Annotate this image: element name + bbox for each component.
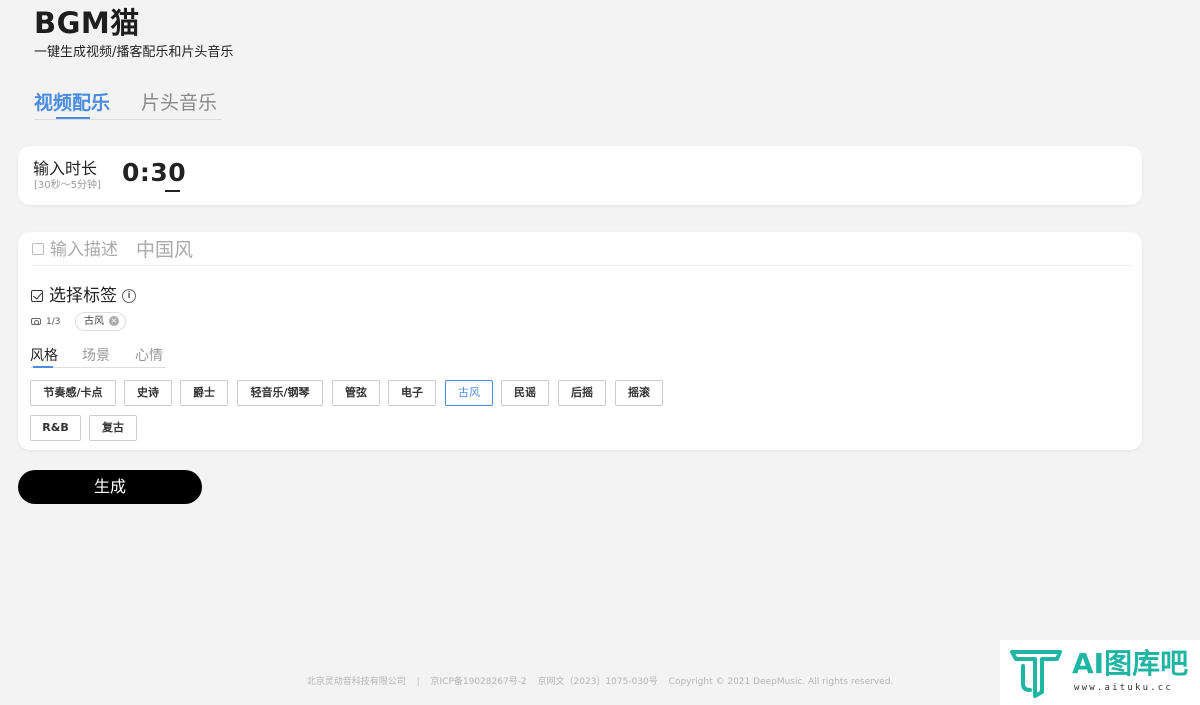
tag-button[interactable]: 节奏感/卡点 [30, 380, 116, 406]
description-checkbox[interactable] [32, 243, 44, 255]
description-row: 输入描述 [32, 238, 1132, 266]
tags-checkbox[interactable] [31, 290, 43, 302]
options-card: 输入描述 选择标签 i 1/3 古风 × 风格 场景 心情 节奏感/卡点 史诗 … [18, 232, 1142, 450]
tag-button[interactable]: 后摇 [558, 380, 606, 406]
description-input[interactable] [136, 238, 736, 262]
tag-button[interactable]: 复古 [89, 415, 137, 441]
duration-card: 输入时长 [30秒～5分钟] 0:30 [18, 146, 1142, 205]
tag-button[interactable]: 摇滚 [615, 380, 663, 406]
duration-label: 输入时长 [33, 159, 98, 178]
selected-tag-label: 古风 [84, 316, 104, 327]
remove-tag-icon[interactable]: × [109, 316, 119, 326]
tag-button[interactable]: 民谣 [501, 380, 549, 406]
footer-company: 北京灵动音科技有限公司 [306, 677, 406, 687]
sub-tab-indicator [33, 366, 53, 368]
tag-count-icon [31, 318, 41, 325]
app-title: BGM猫 [34, 6, 140, 40]
footer-copyright: Copyright © 2021 DeepMusic. All rights r… [668, 677, 894, 687]
tag-button[interactable]: 轻音乐/钢琴 [237, 380, 323, 406]
tab-intro-music[interactable]: 片头音乐 [141, 90, 217, 116]
watermark-logo-icon [1010, 650, 1062, 698]
description-label: 输入描述 [50, 240, 118, 260]
generate-button[interactable]: 生成 [18, 470, 202, 504]
tag-button[interactable]: 电子 [388, 380, 436, 406]
tab-video-bgm[interactable]: 视频配乐 [34, 90, 110, 116]
tags-label: 选择标签 [49, 286, 117, 306]
tag-button[interactable]: R&B [30, 415, 81, 441]
watermark-url: www.aituku.cc [1074, 683, 1174, 693]
tab-scene[interactable]: 场景 [82, 346, 110, 366]
main-tabs: 视频配乐 片头音乐 [34, 90, 222, 120]
tag-button[interactable]: 爵士 [180, 380, 228, 406]
app-subtitle: 一键生成视频/播客配乐和片头音乐 [34, 45, 234, 60]
footer-separator: | [416, 677, 420, 687]
duration-hint: [30秒～5分钟] [34, 180, 101, 191]
tab-style[interactable]: 风格 [30, 346, 58, 366]
footer-icp[interactable]: 京ICP备19028267号-2 [431, 677, 527, 687]
tag-category-tabs: 风格 场景 心情 [30, 346, 166, 368]
tag-button[interactable]: 史诗 [124, 380, 172, 406]
duration-input[interactable]: 0:30 [122, 156, 186, 190]
tag-button[interactable]: 管弦 [332, 380, 380, 406]
tab-mood[interactable]: 心情 [135, 346, 163, 366]
watermark: AI图库吧 www.aituku.cc [1000, 640, 1200, 705]
brand: BGM猫 一键生成视频/播客配乐和片头音乐 [34, 6, 233, 62]
tag-button-selected[interactable]: 古风 [445, 380, 493, 406]
tag-count: 1/3 [46, 317, 61, 327]
selected-tag-chip: 古风 × [75, 312, 126, 331]
active-tab-indicator [56, 117, 90, 119]
duration-cursor [165, 190, 180, 192]
footer-license: 京网文（2023）1075-030号 [537, 677, 658, 687]
watermark-text: AI图库吧 [1072, 647, 1189, 680]
info-icon[interactable]: i [122, 289, 136, 303]
